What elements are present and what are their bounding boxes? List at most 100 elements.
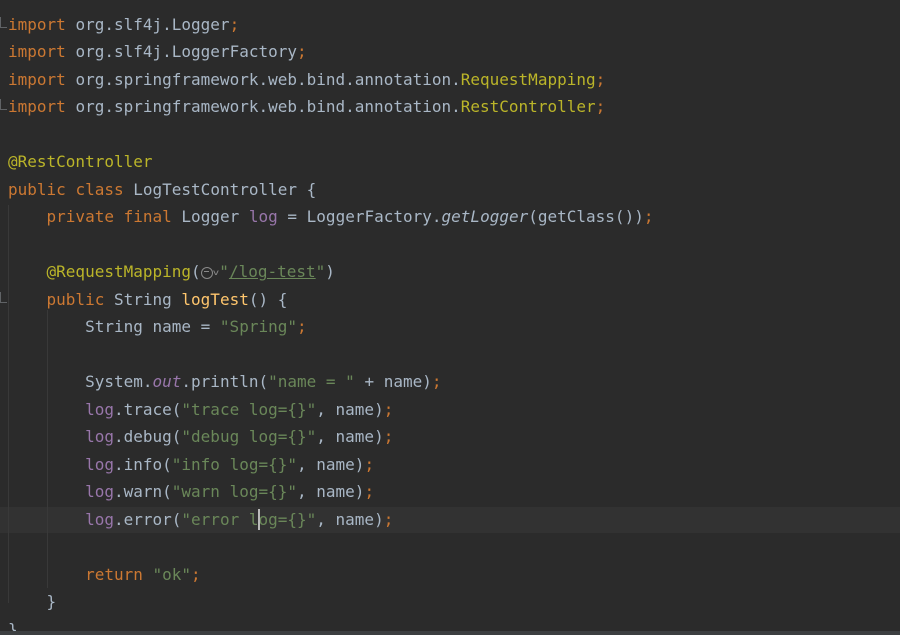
- string-literal: "error: [181, 510, 240, 529]
- url-link[interactable]: /log-test: [229, 262, 316, 281]
- field-name: log: [85, 482, 114, 501]
- code-line[interactable]: import org.springframework.web.bind.anno…: [8, 69, 605, 91]
- semicolon: ;: [364, 455, 375, 474]
- keyword: return: [85, 565, 143, 584]
- web-icon[interactable]: [200, 267, 213, 279]
- import-path: org.slf4j.: [75, 42, 172, 61]
- code-line[interactable]: @RequestMapping(v"/log-test"): [8, 261, 335, 283]
- brace: {: [297, 180, 317, 199]
- code-line[interactable]: }: [8, 591, 57, 613]
- static-field: out: [152, 372, 182, 391]
- string-literal: "Spring": [219, 317, 297, 336]
- expr: , name): [316, 510, 384, 529]
- field-name: log: [85, 427, 114, 446]
- keyword: import: [8, 42, 66, 61]
- import-path: org.springframework.web.bind.annotation.: [75, 70, 461, 89]
- chevron-down-icon[interactable]: v: [213, 265, 220, 280]
- import-path: org.springframework.web.bind.annotation.: [75, 97, 461, 116]
- type: Logger: [181, 207, 240, 226]
- fold-marker-icon[interactable]: [0, 292, 7, 303]
- brace: }: [46, 592, 57, 611]
- string-literal: "trace log={}": [181, 400, 317, 419]
- keyword: import: [8, 97, 66, 116]
- semicolon: ;: [383, 510, 394, 529]
- code-line[interactable]: return "ok";: [8, 564, 201, 586]
- args: (getClass()): [528, 207, 644, 226]
- keyword: private: [46, 207, 114, 226]
- quote: ": [315, 262, 326, 281]
- field-name: log: [85, 400, 114, 419]
- semicolon: ;: [364, 482, 375, 501]
- code-line[interactable]: log.error("error log={}", name);: [8, 509, 393, 531]
- keyword: class: [75, 180, 124, 199]
- code-line[interactable]: log.trace("trace log={}", name);: [8, 399, 393, 421]
- code-line[interactable]: @RestController: [8, 151, 153, 173]
- semicolon: ;: [595, 97, 606, 116]
- expr: .debug(: [113, 427, 182, 446]
- semicolon: ;: [297, 42, 307, 61]
- semicolon: ;: [383, 427, 394, 446]
- field-name: log: [248, 207, 278, 226]
- paren: ): [325, 262, 335, 281]
- paren: (: [191, 262, 201, 281]
- expr: .warn(: [113, 482, 172, 501]
- import-class: LoggerFactory: [171, 42, 297, 61]
- class-annotation: @RestController: [8, 152, 153, 171]
- expr: .println(: [181, 372, 269, 391]
- mapping-annotation: @RequestMapping: [46, 262, 192, 281]
- semicolon: ;: [191, 565, 201, 584]
- quote: ": [219, 262, 229, 281]
- code-line[interactable]: import org.slf4j.Logger;: [8, 14, 239, 36]
- horizontal-scrollbar[interactable]: [0, 631, 900, 635]
- code-editor[interactable]: import org.slf4j.Logger; import org.slf4…: [0, 0, 900, 635]
- code-line[interactable]: public String logTest() {: [8, 289, 288, 311]
- import-path: org.slf4j.: [75, 15, 172, 34]
- code-line[interactable]: log.warn("warn log={}", name);: [8, 481, 374, 503]
- method-call: getLogger: [441, 207, 529, 226]
- keyword: import: [8, 15, 66, 34]
- code-line[interactable]: log.info("info log={}", name);: [8, 454, 374, 476]
- expr: , name): [297, 482, 365, 501]
- method-name: logTest: [181, 290, 249, 309]
- code-line[interactable]: import org.springframework.web.bind.anno…: [8, 96, 605, 118]
- code-line[interactable]: private final Logger log = LoggerFactory…: [8, 206, 654, 228]
- string-literal: "ok": [152, 565, 192, 584]
- string-literal: log={}": [239, 510, 317, 529]
- type: String: [113, 290, 172, 309]
- keyword: final: [123, 207, 172, 226]
- expr: , name): [297, 455, 365, 474]
- class-name: LogTestController: [133, 180, 298, 199]
- params: () {: [248, 290, 288, 309]
- string-literal: "debug log={}": [181, 427, 317, 446]
- semicolon: ;: [431, 372, 442, 391]
- indent-guide: [47, 310, 48, 588]
- code-line[interactable]: System.out.println("name = " + name);: [8, 371, 442, 393]
- fold-marker-icon[interactable]: [0, 17, 7, 28]
- fold-marker-icon[interactable]: [0, 99, 7, 110]
- declaration: String name =: [85, 317, 220, 336]
- import-class: RequestMapping: [460, 70, 596, 89]
- string-literal: "name = ": [268, 372, 355, 391]
- import-class: Logger: [171, 15, 230, 34]
- expr: = LoggerFactory.: [277, 207, 442, 226]
- string-literal: "warn log={}": [171, 482, 297, 501]
- semicolon: ;: [643, 207, 654, 226]
- expr: + name): [354, 372, 432, 391]
- text-caret: [258, 509, 260, 530]
- code-line[interactable]: String name = "Spring";: [8, 316, 307, 338]
- semicolon: ;: [229, 15, 240, 34]
- keyword: public: [46, 290, 105, 309]
- code-line[interactable]: log.debug("debug log={}", name);: [8, 426, 393, 448]
- import-class: RestController: [460, 97, 596, 116]
- keyword: public: [8, 180, 66, 199]
- code-line[interactable]: import org.slf4j.LoggerFactory;: [8, 41, 307, 63]
- expr: .error(: [113, 510, 182, 529]
- expr: , name): [316, 400, 384, 419]
- code-line[interactable]: public class LogTestController {: [8, 179, 316, 201]
- expr: .info(: [113, 455, 172, 474]
- field-name: log: [85, 510, 114, 529]
- field-name: log: [85, 455, 114, 474]
- string-literal: "info log={}": [171, 455, 297, 474]
- expr: System.: [85, 372, 153, 391]
- keyword: import: [8, 70, 66, 89]
